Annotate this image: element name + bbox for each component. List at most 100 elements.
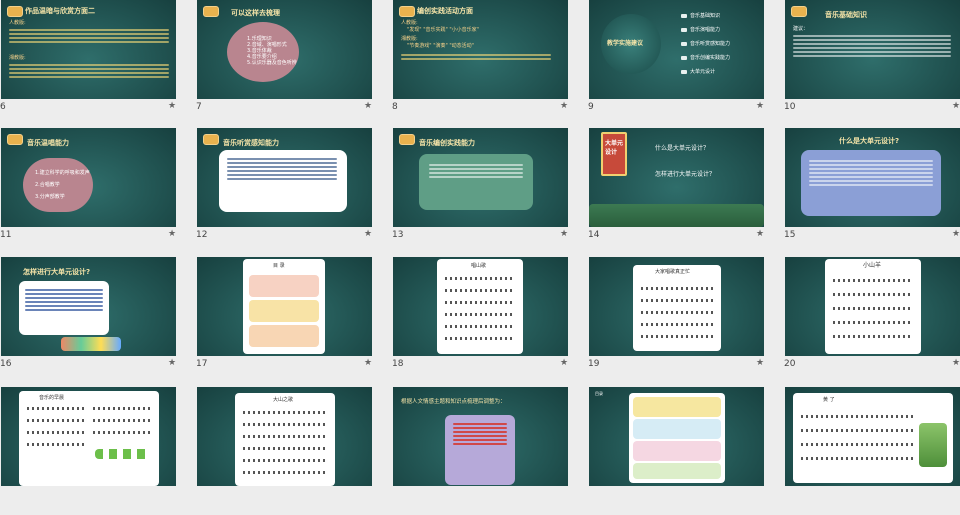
slide-thumb-24[interactable]: 目录: [588, 387, 784, 515]
slide-number: 17: [196, 359, 208, 369]
slide-11-canvas[interactable]: 音乐温唱能力 1.建立科学的呼吸和发声 2.合唱教学 3.分声部教学: [1, 128, 176, 227]
notation-row: [243, 447, 327, 450]
slide-title: 编创实践活动方面: [417, 7, 473, 15]
slide-19-canvas[interactable]: 大家唱歌真正忙: [589, 257, 764, 356]
notation-row: [641, 311, 713, 314]
slide-thumb-21[interactable]: 音乐的早晨: [0, 387, 196, 515]
slide-number: 19: [588, 359, 600, 369]
section-band: [633, 419, 721, 439]
slide-thumb-23[interactable]: 根据人文情感主题和知识点梳理后调整为：: [392, 387, 588, 515]
notation-row: [445, 289, 515, 292]
slide-17-canvas[interactable]: 目 录: [197, 257, 372, 356]
slide-thumb-15[interactable]: 什么是大单元设计? 15 ★: [784, 128, 960, 256]
slide-title: 大单元设计: [605, 140, 624, 156]
slide-thumb-11[interactable]: 音乐温唱能力 1.建立科学的呼吸和发声 2.合唱教学 3.分声部教学 11 ★: [0, 128, 196, 256]
list-item: 3.分声部教学: [35, 194, 65, 200]
slide-thumb-25[interactable]: 黄 了: [784, 387, 960, 515]
slide-number: 13: [392, 230, 404, 240]
notation-row: [801, 457, 913, 460]
slide-10-canvas[interactable]: 音乐基础知识 建议：: [785, 0, 960, 99]
slide-title: 音乐基础知识: [825, 11, 867, 19]
slide-9-canvas[interactable]: 教学实施建议 音乐基础知识 音乐演唱能力 音乐听赏感知能力 音乐创编实践能力 大…: [589, 0, 764, 99]
menu-item: 音乐基础知识: [681, 12, 720, 19]
slide-24-canvas[interactable]: 目录: [589, 387, 764, 486]
notation-row: [27, 443, 85, 446]
slide-number: 12: [196, 230, 208, 240]
slide-25-canvas[interactable]: 黄 了: [785, 387, 960, 486]
slide-title: 音乐编创实践能力: [419, 139, 475, 147]
toc-section: [249, 275, 319, 297]
sheet-music-page: 音乐的早晨: [19, 391, 159, 486]
slide-number: 7: [196, 102, 202, 112]
slide-16-canvas[interactable]: 怎样进行大单元设计?: [1, 257, 176, 356]
notation-row: [445, 277, 515, 280]
notation-row: [641, 287, 713, 290]
menu-item: 大单元设计: [681, 68, 715, 75]
sheet-music-page: 黄 了: [793, 393, 953, 483]
slide-thumb-7[interactable]: 可以这样去梳理 1.乐理知识 2.音域、演唱形式 3.音乐体裁 4.音乐要介绍 …: [196, 0, 392, 128]
slide-thumb-19[interactable]: 大家唱歌真正忙 19 ★: [588, 257, 784, 385]
slide-thumb-10[interactable]: 音乐基础知识 建议： 10 ★: [784, 0, 960, 128]
slide-thumb-18[interactable]: 唱山歌 18 ★: [392, 257, 588, 385]
slide-22-canvas[interactable]: 大山之歌: [197, 387, 372, 486]
notation-row: [833, 293, 913, 296]
slide-8-canvas[interactable]: 编创实践活动方面 人教版: "发现" "音乐实践" "小小音乐家" 湘教版: "…: [393, 0, 568, 99]
slide-6-canvas[interactable]: 作品温暗与欣赏方面二 人教版: 湘教版:: [1, 0, 176, 99]
question-1: 什么是大单元设计？: [655, 145, 710, 152]
slide-thumb-6[interactable]: 作品温暗与欣赏方面二 人教版: 湘教版: 6 ★: [0, 0, 196, 128]
slide-thumb-22[interactable]: 大山之歌: [196, 387, 392, 515]
content-card: [445, 415, 515, 485]
content-card: [19, 281, 109, 335]
slide-title: 大家唱歌真正忙: [655, 269, 691, 275]
list-bubble: 1.建立科学的呼吸和发声 2.合唱教学 3.分声部教学: [23, 158, 93, 212]
text-block: [25, 287, 103, 313]
notation-row: [93, 431, 151, 434]
slide-thumb-14[interactable]: 大单元设计 什么是大单元设计？ 怎样进行大单元设计？ 14 ★: [588, 128, 784, 256]
notation-row: [27, 407, 85, 410]
notation-row: [445, 313, 515, 316]
slide-thumb-17[interactable]: 目 录 17 ★: [196, 257, 392, 385]
slide-14-canvas[interactable]: 大单元设计 什么是大单元设计？ 怎样进行大单元设计？: [589, 128, 764, 227]
text-block: [453, 421, 507, 447]
grass-decoration: [589, 204, 764, 227]
green-marks: [95, 449, 151, 459]
section-band: [633, 397, 721, 417]
slide-thumb-13[interactable]: 音乐编创实践能力 13 ★: [392, 128, 588, 256]
slide-23-canvas[interactable]: 根据人文情感主题和知识点梳理后调整为：: [393, 387, 568, 486]
slide-number: 15: [784, 230, 796, 240]
notation-row: [243, 411, 327, 414]
list-item: 1.建立科学的呼吸和发声: [35, 170, 90, 176]
title-badge-icon: [7, 6, 23, 17]
slide-thumb-16[interactable]: 怎样进行大单元设计? 16 ★: [0, 257, 196, 385]
slide-sorter-grid: 作品温暗与欣赏方面二 人教版: 湘教版: 6 ★ 可以这样去梳理 1.乐理知识 …: [0, 0, 960, 487]
slide-20-canvas[interactable]: 小山羊: [785, 257, 960, 356]
slide-title: 什么是大单元设计?: [839, 137, 900, 145]
slide-title: 根据人文情感主题和知识点梳理后调整为：: [401, 399, 506, 405]
slide-title: 教学实施建议: [607, 40, 644, 47]
notation-row: [833, 279, 913, 282]
slide-heading: 人教版:: [401, 20, 418, 26]
slide-18-canvas[interactable]: 唱山歌: [393, 257, 568, 356]
text-block: [9, 27, 169, 45]
slide-thumb-8[interactable]: 编创实践活动方面 人教版: "发现" "音乐实践" "小小音乐家" 湘教版: "…: [392, 0, 588, 128]
text-block: [227, 156, 337, 182]
slide-13-canvas[interactable]: 音乐编创实践能力: [393, 128, 568, 227]
slide-thumb-20[interactable]: 小山羊 20 ★: [784, 257, 960, 385]
book-icon: [681, 13, 687, 18]
slide-12-canvas[interactable]: 音乐听赏感知能力: [197, 128, 372, 227]
notation-row: [445, 325, 515, 328]
menu-item: 音乐创编实践能力: [681, 54, 730, 61]
slide-thumb-9[interactable]: 教学实施建议 音乐基础知识 音乐演唱能力 音乐听赏感知能力 音乐创编实践能力 大…: [588, 0, 784, 128]
notation-row: [93, 419, 151, 422]
slide-21-canvas[interactable]: 音乐的早晨: [1, 387, 176, 486]
notation-row: [801, 429, 913, 432]
slide-15-canvas[interactable]: 什么是大单元设计?: [785, 128, 960, 227]
star-icon: ★: [952, 358, 960, 368]
slide-thumb-12[interactable]: 音乐听赏感知能力 12 ★: [196, 128, 392, 256]
star-icon: ★: [756, 358, 765, 368]
sheet-music-page: 大家唱歌真正忙: [633, 265, 721, 351]
text-block: [809, 158, 933, 188]
notation-row: [243, 471, 327, 474]
slide-title: 目录: [595, 391, 603, 396]
slide-7-canvas[interactable]: 可以这样去梳理 1.乐理知识 2.音域、演唱形式 3.音乐体裁 4.音乐要介绍 …: [197, 0, 372, 99]
